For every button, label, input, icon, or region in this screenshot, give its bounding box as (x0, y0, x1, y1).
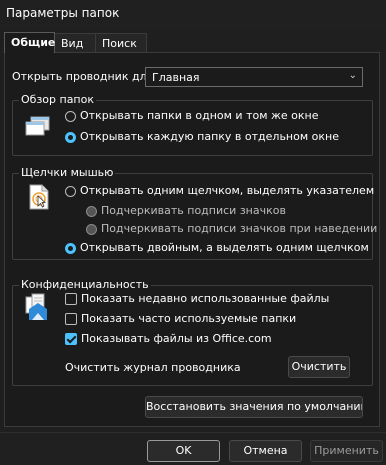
double-click-radio[interactable] (65, 243, 76, 254)
underline-always-radio[interactable] (86, 206, 97, 217)
mouse-clicks-title: Щелчки мышью (19, 166, 116, 179)
office-files-checkbox[interactable] (65, 333, 77, 345)
single-click-radio[interactable] (65, 186, 76, 197)
recent-files-checkbox[interactable] (65, 293, 77, 305)
open-explorer-value: Главная (152, 71, 200, 84)
same-window-label: Открывать папки в одном и том же окне (80, 109, 319, 122)
underline-hover-radio[interactable] (86, 224, 97, 235)
privacy-documents-icon (24, 293, 52, 323)
frequent-folders-checkbox[interactable] (65, 313, 77, 325)
privacy-title: Конфиденциальность (19, 278, 151, 291)
recent-files-label: Показать недавно использованные файлы (81, 292, 330, 305)
separate-window-label: Открывать каждую папку в отдельном окне (80, 130, 339, 143)
tab-view[interactable]: Вид (54, 33, 96, 52)
title-bar: Параметры папок (0, 0, 386, 30)
clear-history-label: Очистить журнал проводника (65, 361, 241, 374)
separate-window-radio[interactable] (65, 132, 76, 143)
browse-folders-title: Обзор папок (19, 93, 96, 106)
single-click-label: Открывать одним щелчком, выделять указат… (80, 184, 375, 197)
cancel-button[interactable]: Отмена (229, 440, 302, 462)
open-explorer-label: Открыть проводник для: (12, 70, 157, 83)
open-explorer-select[interactable]: Главная ⌄ (145, 67, 363, 87)
browse-folders-icon (25, 115, 51, 137)
restore-defaults-button[interactable]: Восстановить значения по умолчанию (145, 396, 363, 418)
underline-hover-label: Подчеркивать подписи значков при наведен… (101, 222, 378, 235)
office-files-label: Показывать файлы из Office.com (81, 332, 272, 345)
mouse-click-icon (27, 184, 51, 210)
underline-always-label: Подчеркивать подписи значков (101, 204, 286, 217)
clear-history-button[interactable]: Очистить (288, 356, 350, 378)
apply-button[interactable]: Применить (310, 440, 383, 462)
ok-button[interactable]: OK (147, 440, 220, 462)
tab-general[interactable]: Общие (4, 32, 55, 53)
window-title: Параметры папок (6, 6, 120, 20)
same-window-radio[interactable] (65, 111, 76, 122)
double-click-label: Открывать двойным, а выделять одним щелч… (80, 241, 369, 254)
tab-search[interactable]: Поиск (95, 33, 147, 52)
frequent-folders-label: Показать часто используемые папки (81, 312, 297, 325)
chevron-down-icon: ⌄ (348, 70, 357, 81)
